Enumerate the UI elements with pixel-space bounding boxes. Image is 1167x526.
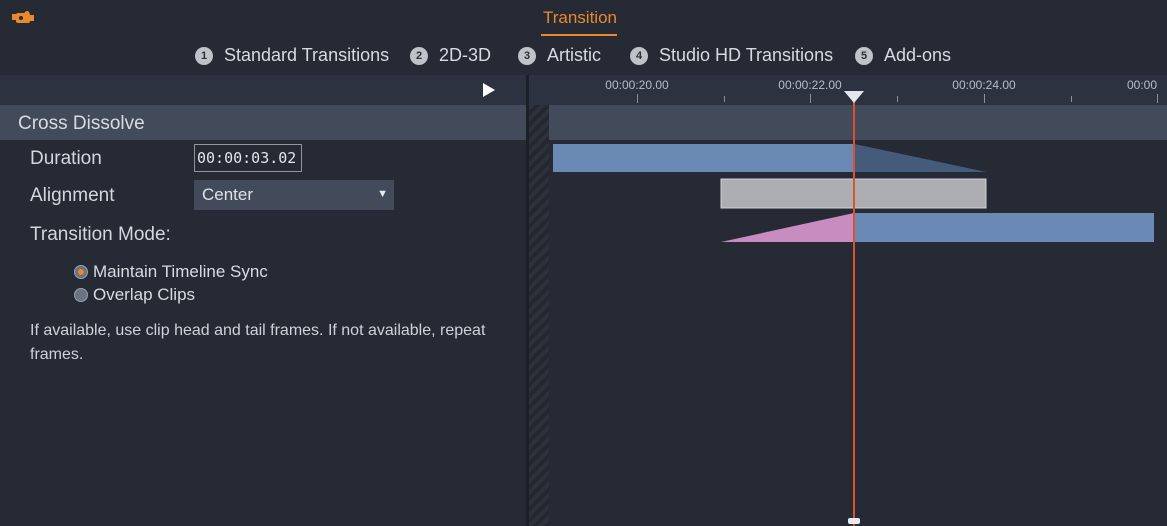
tab-number-badge: 1 <box>195 46 213 65</box>
title-tab-transition[interactable]: Transition <box>530 8 630 28</box>
ruler-tick <box>1071 96 1072 102</box>
tab-label: Studio HD Transitions <box>659 45 834 65</box>
duration-label: Duration <box>30 148 102 169</box>
playhead-handle-icon[interactable] <box>844 91 864 103</box>
tab-standard-transitions[interactable]: 1 Standard Transitions <box>195 45 389 66</box>
radio-maintain-timeline-sync[interactable]: Maintain Timeline Sync <box>74 262 268 282</box>
alignment-value: Center <box>202 185 254 204</box>
transition-timeline: 00:00:20.00 00:00:22.00 00:00:24.00 00:0… <box>529 75 1167 526</box>
radio-label: Overlap Clips <box>93 285 196 304</box>
clip-tracks <box>553 144 1154 242</box>
tab-number-badge: 5 <box>855 46 873 65</box>
tab-number-badge: 2 <box>410 46 428 65</box>
tab-2d-3d[interactable]: 2 2D-3D <box>410 45 491 66</box>
tick-label: 00:00:20.00 <box>605 78 669 92</box>
tick-label: 00:00:22.00 <box>778 78 842 92</box>
dropdown-arrow-icon: ▼ <box>377 188 388 200</box>
tab-add-ons[interactable]: 5 Add-ons <box>855 45 951 66</box>
radio-label: Maintain Timeline Sync <box>93 262 268 281</box>
outgoing-clip[interactable] <box>553 144 854 172</box>
category-tabs: 1 Standard Transitions 2 2D-3D 3 Artisti… <box>0 45 1167 67</box>
tab-artistic[interactable]: 3 Artistic <box>518 45 601 66</box>
tab-number-badge: 3 <box>518 46 536 65</box>
radio-overlap-clips[interactable]: Overlap Clips <box>74 285 195 305</box>
incoming-clip-ramp <box>721 213 854 242</box>
alignment-label: Alignment <box>30 185 115 206</box>
title-tab-underline <box>541 34 617 36</box>
duration-field[interactable]: 00:00:03.02 <box>194 144 302 172</box>
tick-label: 00:00 <box>1127 78 1158 92</box>
ruler-tick <box>724 96 725 102</box>
camera-icon[interactable] <box>12 11 34 25</box>
radio-unselected-icon <box>74 288 88 302</box>
ruler-tick <box>637 94 638 103</box>
ruler-tick <box>897 96 898 102</box>
transition-mode-label: Transition Mode: <box>30 224 171 245</box>
tab-label: Artistic <box>547 45 601 65</box>
section-header: Cross Dissolve <box>0 105 526 140</box>
play-icon[interactable] <box>482 82 496 98</box>
ruler-tick <box>810 94 811 103</box>
alignment-dropdown[interactable]: Center ▼ <box>194 180 394 210</box>
ruler-tick <box>1157 94 1158 103</box>
mode-description: If available, use clip head and tail fra… <box>30 322 486 363</box>
tab-label: Add-ons <box>884 45 952 65</box>
playhead-bottom-handle[interactable] <box>848 518 860 524</box>
section-title: Cross Dissolve <box>18 113 145 134</box>
header-bar: Transition 1 Standard Transitions 2 2D-3… <box>0 0 1167 75</box>
transition-settings-panel: Cross Dissolve Duration 00:00:03.02 Alig… <box>0 75 526 526</box>
ruler-tick <box>984 94 985 103</box>
tab-number-badge: 4 <box>630 46 648 65</box>
radio-selected-icon <box>74 265 88 279</box>
playhead-line[interactable] <box>853 95 855 526</box>
tab-label: Standard Transitions <box>224 45 390 65</box>
tick-label: 00:00:24.00 <box>952 78 1016 92</box>
panel-toolbar <box>0 75 526 105</box>
tab-studio-hd-transitions[interactable]: 4 Studio HD Transitions <box>630 45 833 66</box>
incoming-clip[interactable] <box>854 213 1154 242</box>
outgoing-fade-shade <box>854 144 986 172</box>
tab-label: 2D-3D <box>439 45 492 65</box>
